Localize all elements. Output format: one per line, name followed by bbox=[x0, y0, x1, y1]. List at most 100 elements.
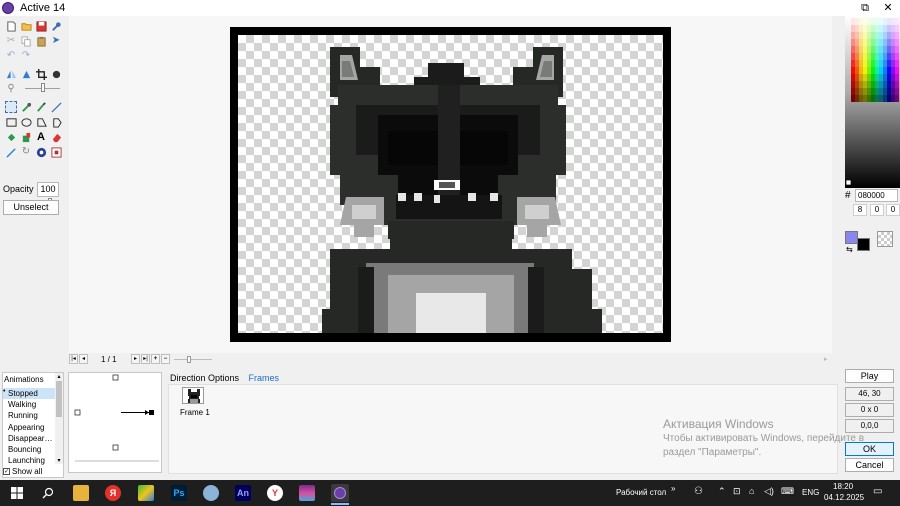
ok-button[interactable]: OK bbox=[845, 442, 894, 456]
frame-thumbnail[interactable] bbox=[182, 387, 204, 404]
canvas-vscroll[interactable] bbox=[832, 16, 844, 367]
line-icon[interactable] bbox=[50, 101, 62, 113]
zoom-slider-thumb[interactable] bbox=[41, 83, 45, 92]
color-replace-icon[interactable] bbox=[20, 131, 32, 143]
redirect-icon[interactable]: ➤ bbox=[50, 35, 62, 47]
scroll-right-icon[interactable]: ▸ bbox=[824, 355, 828, 363]
animation-item[interactable]: Running bbox=[3, 410, 55, 421]
tray-chevron-icon[interactable]: ⌃ bbox=[718, 486, 726, 497]
pen-icon[interactable] bbox=[5, 146, 17, 158]
zoom-icon[interactable]: ⚲ bbox=[5, 83, 17, 95]
animations-scrollbar[interactable]: ▴ ▾ bbox=[55, 373, 63, 464]
circle-tool-icon[interactable] bbox=[35, 146, 47, 158]
cancel-button[interactable]: Cancel bbox=[845, 458, 894, 472]
scroll-down-icon[interactable]: ▾ bbox=[55, 457, 63, 464]
editor-canvas-area[interactable] bbox=[69, 16, 832, 353]
cut-icon[interactable]: ✂ bbox=[5, 35, 17, 47]
yandex-icon[interactable]: Я bbox=[105, 485, 121, 501]
blue-value-input[interactable]: 0 bbox=[886, 204, 900, 216]
unselect-button[interactable]: Unselect bbox=[3, 200, 59, 215]
clock-date[interactable]: 04.12.2025 bbox=[824, 493, 864, 502]
clickteam-icon[interactable] bbox=[331, 484, 349, 502]
redo-icon[interactable]: ↷ bbox=[20, 50, 32, 62]
rotate-icon[interactable] bbox=[20, 68, 32, 80]
scroll-up-icon[interactable]: ▴ bbox=[55, 373, 63, 380]
ellipse-icon[interactable] bbox=[20, 116, 32, 128]
close-button[interactable]: ✕ bbox=[877, 0, 899, 16]
brush-icon[interactable] bbox=[35, 101, 47, 113]
direction-wheel-panel[interactable] bbox=[68, 372, 162, 473]
paint-icon[interactable] bbox=[203, 485, 219, 501]
notifications-icon[interactable]: ▭ bbox=[873, 486, 882, 497]
keyboard-icon[interactable]: ⌨ bbox=[781, 486, 794, 497]
rectangle-icon[interactable] bbox=[5, 116, 17, 128]
square-tool-icon[interactable] bbox=[50, 146, 62, 158]
lasso-icon[interactable] bbox=[50, 116, 62, 128]
resize-icon[interactable] bbox=[50, 68, 62, 80]
bluestacks-icon[interactable] bbox=[138, 485, 154, 501]
file-explorer-icon[interactable] bbox=[73, 485, 89, 501]
fill-bucket-icon[interactable] bbox=[5, 131, 17, 143]
action-point-field[interactable]: 0,0,0 bbox=[845, 419, 894, 433]
text-icon[interactable]: A bbox=[35, 131, 47, 143]
hex-color-input[interactable]: 080000 bbox=[855, 189, 898, 202]
red-value-input[interactable]: 8 bbox=[853, 204, 867, 216]
paste-icon[interactable] bbox=[35, 35, 47, 47]
animation-item[interactable]: Appearing bbox=[3, 422, 55, 433]
search-icon[interactable] bbox=[40, 485, 56, 501]
wrench-icon[interactable] bbox=[50, 20, 62, 32]
next-frame-button[interactable]: ▸ bbox=[131, 354, 140, 364]
toolbar-expand-icon[interactable]: » bbox=[671, 484, 675, 493]
checkbox-check-icon[interactable]: ✓ bbox=[3, 468, 10, 475]
volume-icon[interactable]: ◁) bbox=[764, 486, 774, 497]
animations-scroll-thumb[interactable] bbox=[56, 381, 62, 417]
language-indicator[interactable]: ENG bbox=[802, 488, 819, 497]
transparent-color-swatch[interactable] bbox=[877, 231, 893, 247]
add-frame-button[interactable]: + bbox=[151, 354, 160, 364]
swap-colors-icon[interactable]: ⇆ bbox=[846, 245, 853, 254]
animation-item[interactable]: Stopped bbox=[3, 388, 55, 400]
animation-item[interactable]: Disappear… bbox=[3, 433, 55, 444]
open-folder-icon[interactable] bbox=[20, 20, 32, 32]
frame-scroll-thumb[interactable] bbox=[187, 356, 191, 363]
people-icon[interactable]: ⚇ bbox=[694, 486, 703, 497]
winrar-icon[interactable] bbox=[299, 485, 315, 501]
start-icon[interactable] bbox=[9, 485, 25, 501]
show-all-checkbox[interactable]: ✓ Show all bbox=[3, 467, 42, 476]
color-palette[interactable] bbox=[845, 16, 900, 188]
remove-frame-button[interactable]: − bbox=[161, 354, 170, 364]
secondary-color-swatch[interactable] bbox=[857, 238, 870, 251]
tab-frames[interactable]: Frames bbox=[249, 373, 280, 383]
eyedropper-icon[interactable] bbox=[20, 101, 32, 113]
crop-icon[interactable] bbox=[35, 68, 47, 80]
network-icon[interactable]: ⌂ bbox=[749, 486, 754, 496]
green-value-input[interactable]: 0 bbox=[870, 204, 884, 216]
animations-list[interactable]: Stopped Walking Running Appearing Disapp… bbox=[3, 388, 55, 466]
rect-select-icon[interactable] bbox=[5, 101, 17, 113]
rotate-pen-icon[interactable]: ↻ bbox=[20, 146, 32, 158]
animation-item[interactable]: Launching bbox=[3, 455, 55, 466]
animation-item[interactable]: Bouncing bbox=[3, 444, 55, 455]
prev-frame-button[interactable]: ◂ bbox=[79, 354, 88, 364]
last-frame-button[interactable]: ▸| bbox=[141, 354, 150, 364]
polygon-icon[interactable] bbox=[35, 116, 47, 128]
flip-icon[interactable] bbox=[5, 68, 17, 80]
size-field[interactable]: 0 x 0 bbox=[845, 403, 894, 417]
photoshop-icon[interactable]: Ps bbox=[171, 485, 187, 501]
copy-icon[interactable] bbox=[20, 35, 32, 47]
opacity-input[interactable]: 100 bbox=[37, 182, 59, 197]
tab-direction-options[interactable]: Direction Options bbox=[170, 373, 239, 383]
animation-item[interactable]: Walking bbox=[3, 399, 55, 410]
yandex-browser-icon[interactable]: Y bbox=[267, 485, 283, 501]
restore-button[interactable]: ⧉ bbox=[854, 0, 876, 16]
eraser-icon[interactable] bbox=[50, 131, 62, 143]
device-icon[interactable]: ⊡ bbox=[733, 486, 741, 497]
frame-scroll-track[interactable] bbox=[174, 359, 212, 360]
hotspot-field[interactable]: 46, 30 bbox=[845, 387, 894, 401]
animate-icon[interactable]: An bbox=[235, 485, 251, 501]
clock-time[interactable]: 18:20 bbox=[833, 482, 853, 491]
first-frame-button[interactable]: |◂ bbox=[69, 354, 78, 364]
new-file-icon[interactable] bbox=[5, 20, 17, 32]
desktop-toolbar-label[interactable]: Рабочий стол bbox=[616, 488, 666, 497]
sprite-canvas[interactable] bbox=[238, 35, 663, 333]
